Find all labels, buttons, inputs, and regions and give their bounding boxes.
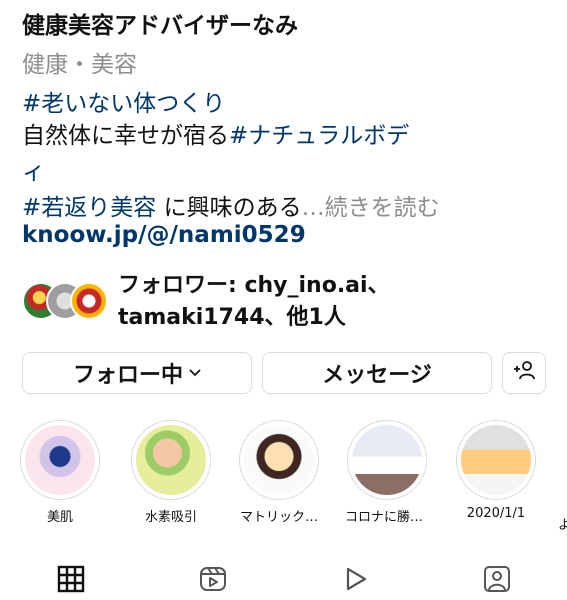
highlight-ring [347,420,427,500]
suggested-users-button[interactable] [502,352,546,394]
ellipsis: … [301,195,325,221]
play-icon[interactable] [340,564,370,594]
story-highlight[interactable]: 2020/1/1 [454,420,538,521]
bio-line-1: #老いない体つくり [22,84,225,118]
highlight-cover [461,425,531,495]
bio-line-2: 自然体に幸せが宿る#ナチュラルボデ [22,116,409,150]
add-person-icon [512,359,536,387]
bio-line-4: #若返り美容 に興味のある…続きを読む [22,188,440,222]
highlight-label-partial: よ [558,518,567,533]
highlight-ring [131,420,211,500]
bio-line-3: ィ [22,152,45,186]
following-button[interactable]: フォロー中 [22,352,252,394]
highlight-cover [244,425,314,495]
highlight-cover [25,425,95,495]
story-highlight[interactable]: 水素吸引 [129,420,213,525]
hashtag-link[interactable]: #若返り美容 [22,195,156,221]
following-label: フォロー中 [72,363,183,388]
highlight-label: コロナに勝つ… [345,510,429,525]
followed-by[interactable]: フォロワー: chy_ino.ai、tamaki1744、他1人 [22,270,562,334]
highlight-cover [136,425,206,495]
highlight-label: 2020/1/1 [466,506,526,521]
hashtag-link[interactable]: #ナチュラルボデ [229,123,409,149]
message-label: メッセージ [322,363,432,388]
highlight-ring [456,420,536,500]
message-button[interactable]: メッセージ [262,352,492,394]
grid-icon[interactable] [56,564,86,594]
read-more-link[interactable]: 続きを読む [325,195,440,221]
highlight-ring [20,420,100,500]
highlight-label: マトリック… [239,510,318,525]
highlight-cover [352,425,422,495]
highlight-label: 美肌 [46,510,73,525]
reels-icon[interactable] [198,564,228,594]
profile-category: 健康・美容 [22,52,137,78]
avatar [70,282,108,320]
chevron-down-icon [189,366,201,380]
highlight-ring [239,420,319,500]
follower-avatars [22,282,112,322]
story-highlight[interactable]: コロナに勝つ… [345,420,429,525]
profile-tab-bar [0,556,567,600]
bio-text: に興味のある [156,195,302,221]
story-highlight[interactable]: マトリック… [237,420,321,525]
profile-name: 健康美容アドバイザーなみ [22,13,298,39]
followers-text: フォロワー: chy_ino.ai、tamaki1744、他1人 [118,273,390,330]
bio-text: 自然体に幸せが宿る [22,123,229,149]
highlight-label: 水素吸引 [144,510,197,525]
tagged-icon[interactable] [482,564,512,594]
hashtag-link-continued[interactable]: ィ [22,159,45,185]
profile-link[interactable]: knoow.jp/@/nami0529 [22,222,306,248]
hashtag-link[interactable]: #老いない体つくり [22,91,225,117]
story-highlight[interactable]: 美肌 [18,420,102,525]
